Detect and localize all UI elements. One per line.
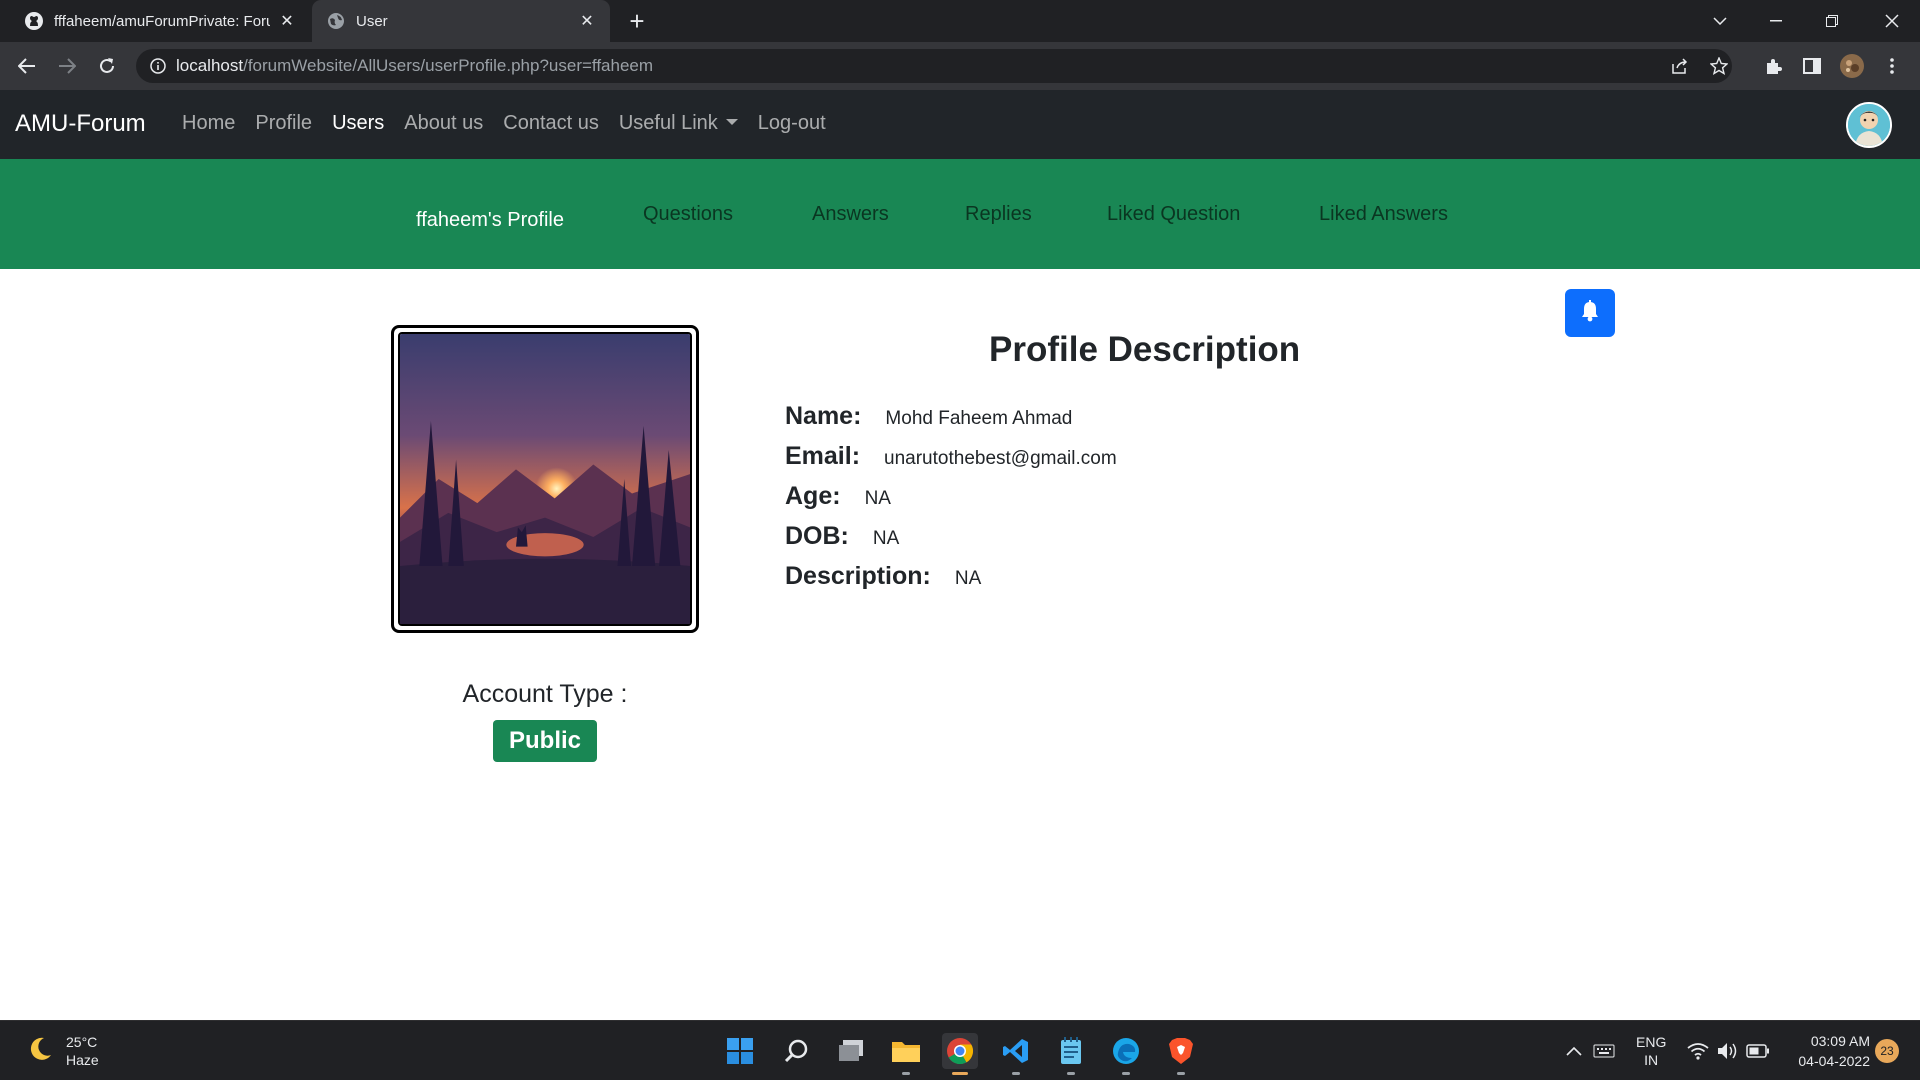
side-panel-icon[interactable] [1796, 50, 1828, 82]
kebab-menu-icon[interactable] [1876, 50, 1908, 82]
nav-profile[interactable]: Profile [245, 112, 322, 135]
user-avatar[interactable] [1846, 102, 1892, 148]
nav-log-out[interactable]: Log-out [748, 112, 836, 135]
url-host: localhost [176, 56, 244, 75]
field-email: Email: unarutothebest@gmail.com [785, 442, 1117, 471]
address-bar[interactable]: localhost/forumWebsite/AllUsers/userProf… [136, 49, 1732, 83]
edge-icon[interactable] [1108, 1033, 1144, 1075]
nav-home[interactable]: Home [172, 112, 245, 135]
subnav-answers[interactable]: Answers [812, 203, 889, 226]
vscode-icon[interactable] [998, 1033, 1034, 1075]
forward-arrow-icon[interactable] [51, 50, 83, 82]
subnav-questions[interactable]: Questions [643, 203, 733, 226]
language-code: ENG [1636, 1034, 1667, 1050]
close-icon[interactable]: ✕ [578, 11, 596, 31]
restore-icon[interactable] [1804, 0, 1860, 42]
taskbar: 25°C Haze ENG IN 03:09 AM 04-04-2022 23 [0, 1020, 1920, 1080]
field-age: Age: NA [785, 482, 891, 511]
tab-title: fffaheem/amuForumPrivate: Foru [54, 12, 270, 30]
brave-icon[interactable] [1163, 1033, 1199, 1075]
subnav-liked-question[interactable]: Liked Question [1107, 203, 1240, 226]
running-indicator [1067, 1072, 1075, 1075]
profile-subnav: ffaheem's Profile Questions Answers Repl… [0, 159, 1920, 269]
subnav-replies[interactable]: Replies [965, 203, 1032, 226]
account-type-label: Account Type : [462, 680, 628, 708]
nav-contact-us[interactable]: Contact us [493, 112, 609, 135]
account-type-badge: Public [493, 720, 597, 762]
site-navbar: AMU-Forum Home Profile Users About us Co… [0, 90, 1920, 159]
browser-profile-avatar[interactable] [1836, 50, 1868, 82]
browser-tab-user[interactable]: User ✕ [312, 0, 610, 42]
reload-icon[interactable] [91, 50, 123, 82]
file-explorer-icon[interactable] [888, 1033, 924, 1075]
search-icon[interactable] [778, 1033, 814, 1069]
subnav-liked-answers[interactable]: Liked Answers [1319, 203, 1448, 226]
browser-tab-github[interactable]: fffaheem/amuForumPrivate: Foru ✕ [10, 0, 310, 42]
browser-toolbar: localhost/forumWebsite/AllUsers/userProf… [0, 42, 1920, 90]
language-indicator[interactable]: ENG IN [1636, 1033, 1666, 1069]
new-tab-button[interactable]: + [622, 6, 652, 36]
bookmark-star-icon[interactable] [1704, 57, 1734, 75]
site-brand[interactable]: AMU-Forum [15, 110, 146, 138]
notepad-icon[interactable] [1053, 1033, 1089, 1075]
system-clock[interactable]: 03:09 AM 04-04-2022 [1780, 1031, 1870, 1071]
notification-count-badge[interactable]: 23 [1875, 1039, 1899, 1063]
windows-start-icon[interactable] [722, 1033, 758, 1069]
weather-temp: 25°C [66, 1034, 98, 1050]
field-label: Email: [785, 442, 861, 470]
bell-icon [1580, 299, 1600, 327]
tab-title: User [356, 12, 388, 30]
field-value: NA [954, 568, 982, 589]
field-name: Name: Mohd Faheem Ahmad [785, 402, 1072, 431]
field-label: Age: [785, 482, 841, 510]
field-label: DOB: [785, 522, 849, 550]
weather-desc: Haze [66, 1052, 99, 1068]
nav-useful-link-label: Useful Link [618, 112, 718, 134]
clock-time: 03:09 AM [1810, 1033, 1870, 1049]
field-description: Description: NA [785, 562, 981, 591]
field-dob: DOB: NA [785, 522, 899, 551]
running-indicator [1012, 1072, 1020, 1075]
field-value: unarutothebest@gmail.com [884, 448, 1117, 469]
field-value: NA [872, 528, 900, 549]
running-indicator [1122, 1072, 1130, 1075]
globe-icon [326, 11, 346, 31]
info-icon[interactable] [150, 58, 166, 79]
chrome-icon[interactable] [942, 1033, 978, 1075]
notification-bell-button[interactable] [1565, 289, 1615, 337]
clock-date: 04-04-2022 [1798, 1053, 1870, 1069]
profile-picture [391, 325, 699, 633]
close-icon[interactable]: ✕ [278, 11, 296, 31]
github-icon [24, 11, 44, 31]
nav-useful-link-dropdown[interactable]: Useful Link [609, 112, 748, 135]
keyboard-icon[interactable] [1586, 1033, 1622, 1069]
nav-links: Home Profile Users About us Contact us U… [172, 112, 836, 135]
weather-widget[interactable]: 25°C Haze [26, 1033, 99, 1069]
region-code: IN [1644, 1052, 1659, 1068]
nav-users[interactable]: Users [322, 112, 394, 135]
field-label: Name: [785, 402, 862, 430]
running-indicator [952, 1072, 968, 1075]
url-path: /forumWebsite/AllUsers/userProfile.php?u… [243, 56, 654, 75]
nav-about-us[interactable]: About us [394, 112, 493, 135]
field-value: NA [864, 488, 891, 509]
running-indicator [902, 1072, 910, 1075]
moon-icon [26, 1035, 54, 1068]
back-arrow-icon[interactable] [11, 50, 43, 82]
extensions-icon[interactable] [1757, 50, 1789, 82]
profile-description-heading: Profile Description [989, 330, 1301, 369]
battery-icon[interactable] [1740, 1033, 1776, 1069]
browser-tabstrip: fffaheem/amuForumPrivate: Foru ✕ User ✕ … [0, 0, 1920, 42]
subnav-profile-title[interactable]: ffaheem's Profile [416, 209, 564, 232]
close-window-icon[interactable] [1864, 0, 1920, 42]
running-indicator [1177, 1072, 1185, 1075]
chevron-down-icon [725, 118, 738, 125]
field-label: Description: [785, 562, 931, 590]
task-view-icon[interactable] [833, 1033, 869, 1069]
tab-search-icon[interactable] [1692, 0, 1748, 42]
field-value: Mohd Faheem Ahmad [885, 408, 1073, 429]
minimize-icon[interactable] [1748, 0, 1804, 42]
share-icon[interactable] [1665, 57, 1695, 75]
